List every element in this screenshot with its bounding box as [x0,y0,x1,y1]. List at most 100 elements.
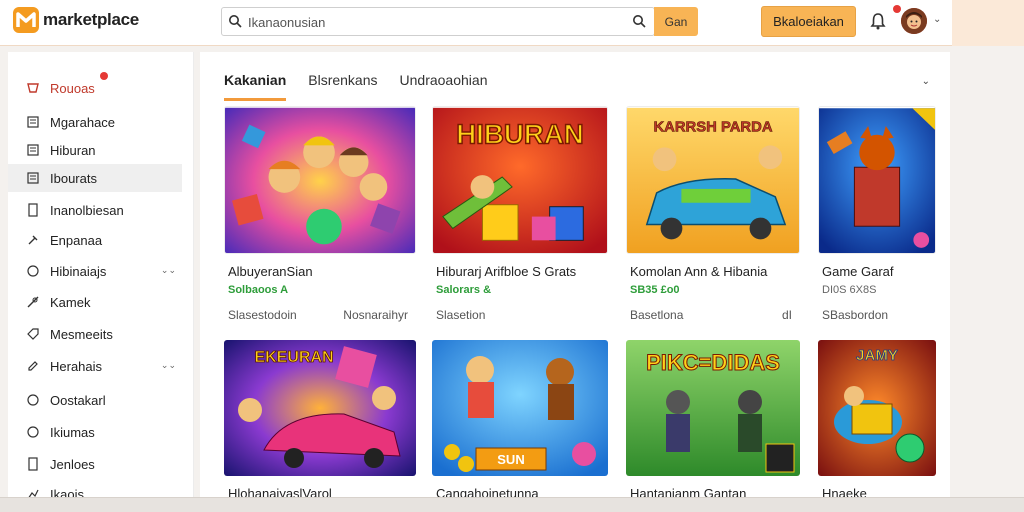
sidebar-item-5[interactable]: Enpanaa [8,226,182,254]
sidebar-item-label: Herahais [50,358,103,374]
sidebar-item-4[interactable]: Inanolbiesan [8,196,182,224]
art-title-text: PIKC=DIDAS [646,350,780,375]
chevron-down-icon[interactable]: ⌄ [933,14,941,25]
game-art-image: SUN [432,340,608,476]
product-seller: SBasbordon [822,308,889,322]
search-submit-icon[interactable] [632,14,646,28]
search-icon [229,15,242,28]
chevron-down-icon[interactable]: ⌄ [922,76,930,87]
product-thumbnail[interactable]: KARRSH PARDA [626,106,800,254]
sidebar-item-1[interactable]: Mgarahace [8,108,182,136]
category-tabs: Kakanian Blsrenkans Undraoaohian [224,72,509,101]
product-price: DI0S 6X8S [822,284,877,296]
sidebar-item-label: Ikiumas [50,424,95,440]
tag-icon [27,328,39,340]
tab-0[interactable]: Kakanian [224,72,287,101]
document-icon [28,457,38,471]
logo-text: marketplace [43,10,139,29]
product-thumbnail[interactable]: PIKC=DIDAS [626,340,800,476]
list-icon [27,172,39,184]
edit-icon [28,361,38,371]
game-art-image: JAMY [818,340,936,476]
sidebar-item-label: Enpanaa [50,232,103,248]
product-thumbnail[interactable]: HIBURAN [432,106,608,254]
product-card[interactable]: KARRSH PARDA Komolan Ann & Hibania SB35 … [626,106,800,328]
sidebar-item-label: Hiburan [50,142,96,158]
sidebar-item-label: Hibinaiajs [50,263,107,279]
game-art-image [819,108,935,253]
sidebar-item-label: Inanolbiesan [50,202,124,218]
sidebar-item-12[interactable]: Jenloes [8,450,182,478]
header-action-button[interactable]: Bkaloeiakan [761,6,856,37]
list-icon [27,144,39,156]
product-thumbnail[interactable] [224,106,416,254]
search-button[interactable]: Gan [654,7,698,36]
product-card[interactable]: SUN Canqahoinetunna [432,340,608,512]
circle-icon [27,426,39,438]
sidebar-item-10[interactable]: Oostakarl [8,386,182,414]
product-meta: dI [781,308,792,322]
product-title[interactable]: Komolan Ann & Hibania [630,264,767,279]
search-input[interactable] [248,12,608,32]
game-art-image: KARRSH PARDA [627,107,799,253]
hammer-icon [28,235,38,245]
sidebar-item-7[interactable]: Kamek [8,288,182,316]
product-card[interactable]: JAMY Hnaeke [818,340,936,512]
main-content: Kakanian Blsrenkans Undraoaohian ⌄ Albuy… [200,52,950,512]
product-seller: Slasetion [436,308,486,322]
product-title[interactable]: Game Garaf [822,264,894,279]
game-art-image: PIKC=DIDAS [626,340,800,476]
product-title[interactable]: AlbuyeranSian [228,264,313,279]
search-box[interactable] [221,7,655,36]
sidebar-item-label: Jenloes [50,456,95,472]
product-meta: Nosnaraihyr [343,308,408,322]
art-title-text: EKEURAN [254,349,333,366]
art-title-text: SUN [497,452,524,467]
product-thumbnail[interactable]: EKEURAN [224,340,416,476]
tab-1[interactable]: Blsrenkans [308,72,377,101]
game-art-image [225,107,415,253]
game-art-image: EKEURAN [224,340,416,476]
product-card[interactable]: HIBURAN Hiburarj Arifbloe S Grats Salora… [432,106,608,328]
list-icon [27,116,39,128]
tab-2[interactable]: Undraoaohian [400,72,488,101]
notification-dot [893,5,901,13]
document-icon [28,203,38,217]
product-seller: Basetlona [630,308,684,322]
circle-icon [27,394,39,406]
avatar[interactable] [901,8,927,34]
circle-icon [27,265,39,277]
chevron-down-icon[interactable]: ⌄⌄ [161,265,176,276]
tools-icon [27,296,39,308]
logo[interactable]: marketplace [12,6,139,34]
product-price: SB35 £o0 [630,284,680,296]
game-art-image: HIBURAN [433,107,607,253]
product-thumbnail[interactable]: JAMY [818,340,936,476]
product-card[interactable]: AlbuyeranSian Solbaoos A Slasestodoin No… [224,106,416,328]
sidebar-item-label: Ibourats [50,170,97,186]
bottom-taskbar [0,497,1024,512]
sidebar-item-6[interactable]: Hibinaiajs ⌄⌄ [8,257,182,285]
sidebar-item-9[interactable]: Herahais ⌄⌄ [8,352,182,380]
sidebar-item-2[interactable]: Hiburan [8,136,182,164]
logo-icon [13,7,39,33]
chevron-down-icon[interactable]: ⌄⌄ [161,360,176,371]
product-card[interactable]: Game Garaf DI0S 6X8S SBasbordon [818,106,936,328]
product-card[interactable]: PIKC=DIDAS Hantanianm Gantan [626,340,800,512]
avatar-face-icon [901,8,927,34]
product-title[interactable]: Hiburarj Arifbloe S Grats [436,264,576,279]
product-thumbnail[interactable]: SUN [432,340,608,476]
sidebar-item-0[interactable]: Rouoas [8,74,182,102]
art-title-text: JAMY [856,347,898,364]
sidebar: Rouoas Mgarahace Hiburan Ibourats Inanol… [8,52,194,512]
sidebar-item-3[interactable]: Ibourats [8,164,182,192]
sidebar-item-label: Mgarahace [50,114,116,130]
sidebar-item-label: Rouoas [50,80,95,96]
sidebar-item-11[interactable]: Ikiumas [8,418,182,446]
sidebar-item-8[interactable]: Mesmeeits [8,320,182,348]
header-right-panel [952,0,1024,46]
product-thumbnail[interactable] [818,106,936,254]
product-card[interactable]: EKEURAN HlohanaiyaslVarol [224,340,416,512]
product-price: Salorars & [436,284,492,296]
notification-bell-icon[interactable] [870,12,886,30]
